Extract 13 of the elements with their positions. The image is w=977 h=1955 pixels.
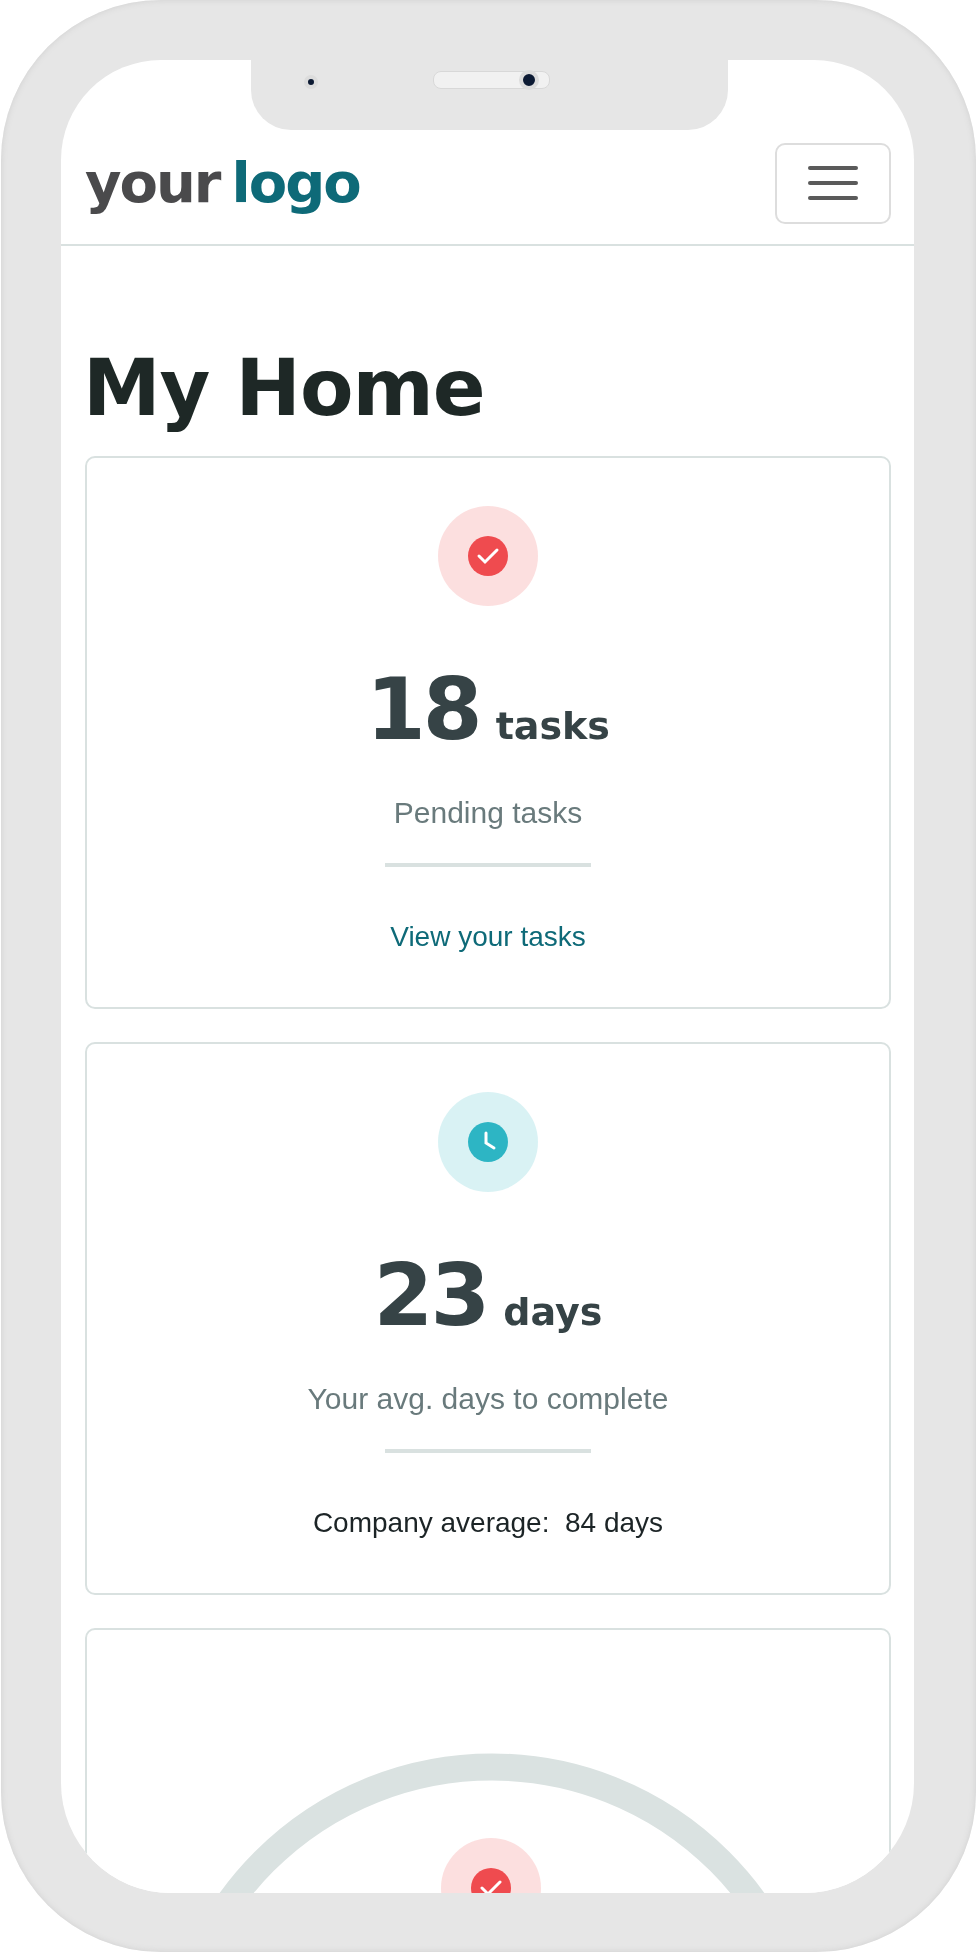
clock-icon xyxy=(468,1122,508,1162)
menu-button[interactable] xyxy=(775,142,891,224)
stat-value: 23 xyxy=(373,1245,488,1345)
check-icon xyxy=(468,536,508,576)
stat-caption: Pending tasks xyxy=(393,795,583,831)
tasks-link[interactable]: View your tasks xyxy=(390,917,586,957)
page-title: My Home xyxy=(83,342,485,435)
stat-unit: days xyxy=(503,1290,603,1334)
menu-icon xyxy=(808,165,858,201)
stat-unit: tasks xyxy=(495,704,610,748)
stat-value: 18 xyxy=(366,659,480,759)
footer-text: Company average: 84 days xyxy=(312,1506,664,1540)
stat-caption: Your avg. days to complete xyxy=(307,1381,669,1417)
